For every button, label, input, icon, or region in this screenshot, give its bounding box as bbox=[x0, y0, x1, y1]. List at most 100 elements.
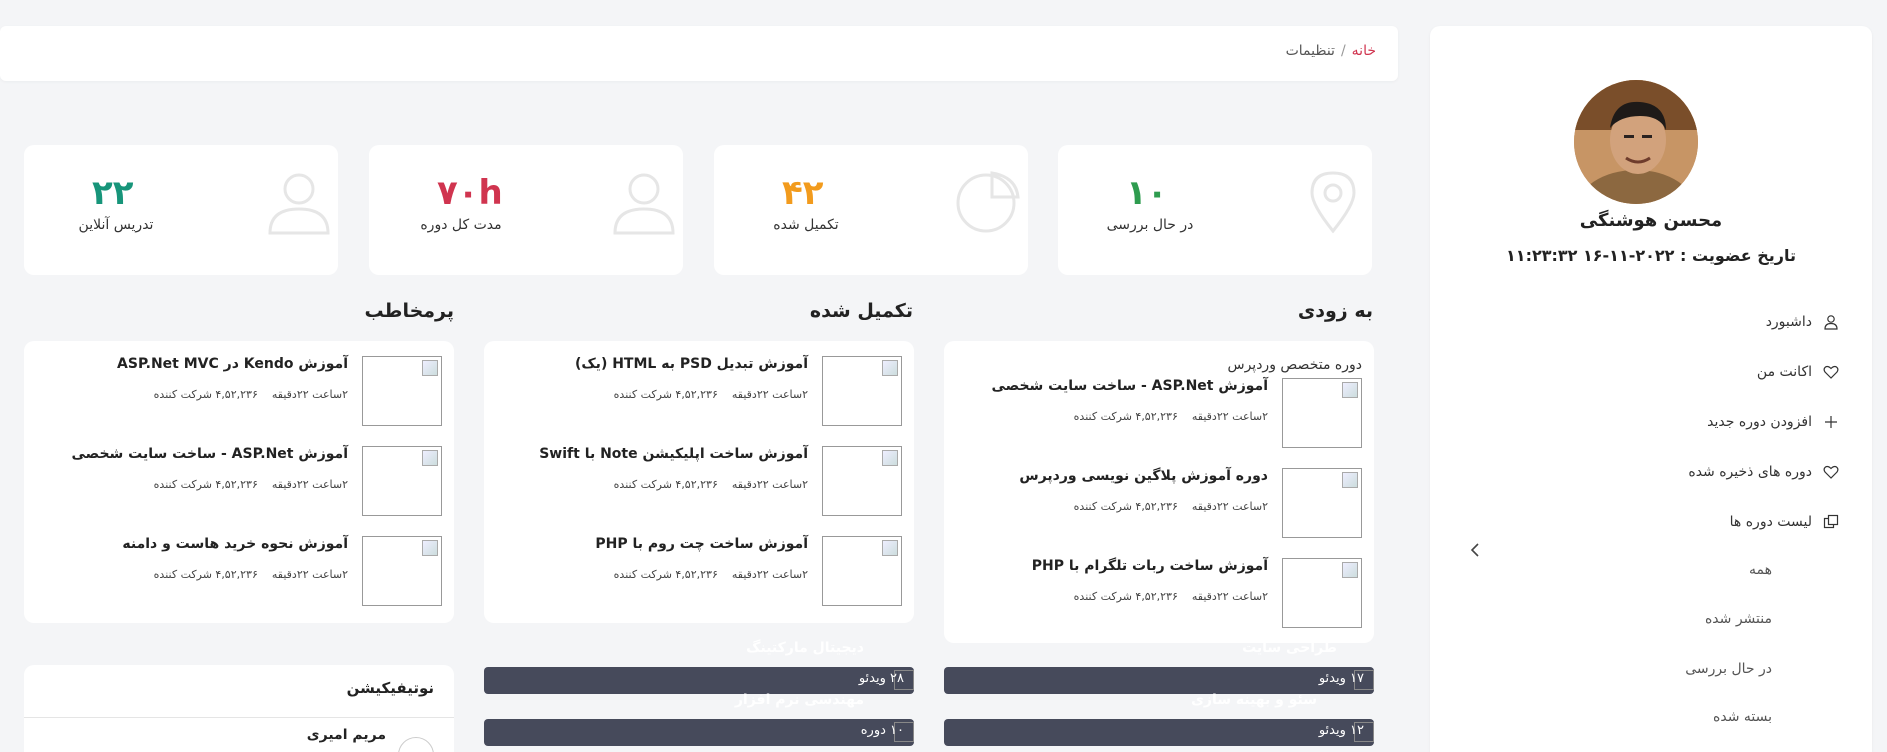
menu-add-course[interactable]: افزودن دوره جدید bbox=[1430, 404, 1872, 440]
submenu-closed[interactable]: بسته شده bbox=[1430, 702, 1872, 732]
notification-card: نوتیفیکیشن مریم امیری bbox=[24, 665, 454, 752]
breadcrumb-home[interactable]: خانه bbox=[1352, 43, 1376, 59]
course-item[interactable]: آموزش ASP.Net - ساخت سایت شخصی ۲ساعت ۲۲د… bbox=[956, 378, 1362, 450]
submenu-review[interactable]: در حال بررسی bbox=[1430, 654, 1872, 684]
course-title[interactable]: آموزش تبدیل PSD به HTML (یک) bbox=[575, 356, 808, 372]
course-meta: ۲ساعت ۲۲دقیقه ۴,۵۲,۲۳۶ شرکت کننده bbox=[600, 388, 808, 401]
category-count: ۱۲ ویدئو bbox=[1318, 723, 1364, 738]
sidebar: محسن هوشنگی تاریخ عضویت : ۲۰۲۲-۱۱-۱۶ ۱۱:… bbox=[1430, 26, 1872, 752]
course-thumbnail[interactable] bbox=[822, 536, 902, 606]
heart-icon bbox=[1822, 463, 1840, 481]
course-title[interactable]: دوره آموزش پلاگین نویسی وردپرس bbox=[1019, 468, 1268, 484]
course-title[interactable]: آموزش ساخت چت روم با PHP bbox=[595, 536, 808, 552]
course-meta: ۲ساعت ۲۲دقیقه ۴,۵۲,۲۳۶ شرکت کننده bbox=[1060, 410, 1268, 423]
course-meta: ۲ساعت ۲۲دقیقه ۴,۵۲,۲۳۶ شرکت کننده bbox=[600, 568, 808, 581]
course-thumbnail[interactable] bbox=[1282, 468, 1362, 538]
course-item[interactable]: آموزش ساخت ربات تلگرام با PHP ۲ساعت ۲۲دق… bbox=[956, 558, 1362, 630]
coming-soon-list: دوره متخصص وردپرس آموزش ASP.Net - ساخت س… bbox=[944, 341, 1374, 643]
user-icon bbox=[609, 167, 679, 237]
course-participants: ۴,۵۲,۲۳۶ شرکت کننده bbox=[613, 388, 718, 401]
course-duration: ۲ساعت ۲۲دقیقه bbox=[271, 568, 348, 581]
menu-course-list[interactable]: لیست دوره ها bbox=[1430, 504, 1872, 540]
submenu-all[interactable]: همه bbox=[1430, 555, 1872, 585]
course-title[interactable]: آموزش ASP.Net - ساخت سایت شخصی bbox=[71, 446, 348, 462]
stat-label: مدت کل دوره bbox=[420, 217, 502, 233]
pie-chart-icon bbox=[954, 167, 1024, 237]
course-item[interactable]: آموزش ASP.Net - ساخت سایت شخصی ۲ساعت ۲۲د… bbox=[36, 446, 442, 518]
course-participants: ۴,۵۲,۲۳۶ شرکت کننده bbox=[153, 568, 258, 581]
divider bbox=[24, 717, 454, 718]
course-thumbnail[interactable] bbox=[822, 356, 902, 426]
join-date: تاریخ عضویت : ۲۰۲۲-۱۱-۱۶ ۱۱:۲۳:۳۲ bbox=[1506, 246, 1796, 265]
course-thumbnail[interactable] bbox=[1282, 558, 1362, 628]
course-thumbnail[interactable] bbox=[822, 446, 902, 516]
course-title[interactable]: آموزش نحوه خرید هاست و دامنه bbox=[122, 536, 348, 552]
course-meta: ۲ساعت ۲۲دقیقه ۴,۵۲,۲۳۶ شرکت کننده bbox=[140, 568, 348, 581]
course-meta: ۲ساعت ۲۲دقیقه ۴,۵۲,۲۳۶ شرکت کننده bbox=[140, 388, 348, 401]
course-meta: ۲ساعت ۲۲دقیقه ۴,۵۲,۲۳۶ شرکت کننده bbox=[1060, 590, 1268, 603]
submenu-published[interactable]: منتشر شده bbox=[1430, 604, 1872, 634]
course-participants: ۴,۵۲,۲۳۶ شرکت کننده bbox=[153, 388, 258, 401]
course-title[interactable]: آموزش Kendo در ASP.Net MVC bbox=[117, 356, 348, 372]
menu-course-list-label: لیست دوره ها bbox=[1729, 514, 1812, 530]
course-item[interactable]: آموزش ساخت چت روم با PHP ۲ساعت ۲۲دقیقه ۴,… bbox=[496, 536, 902, 608]
course-item[interactable]: آموزش Kendo در ASP.Net MVC ۲ساعت ۲۲دقیقه… bbox=[36, 356, 442, 428]
menu-account[interactable]: اکانت من bbox=[1430, 354, 1872, 390]
course-duration: ۲ساعت ۲۲دقیقه bbox=[271, 388, 348, 401]
course-title[interactable]: آموزش ساخت اپلیکیشن Note با Swift bbox=[539, 446, 808, 462]
course-duration: ۲ساعت ۲۲دقیقه bbox=[731, 388, 808, 401]
category-bar[interactable]: ۱۰ دوره bbox=[484, 719, 914, 746]
user-icon bbox=[1822, 313, 1840, 331]
course-participants: ۴,۵۲,۲۳۶ شرکت کننده bbox=[1073, 590, 1178, 603]
course-meta: ۲ساعت ۲۲دقیقه ۴,۵۲,۲۳۶ شرکت کننده bbox=[1060, 500, 1268, 513]
course-thumbnail[interactable] bbox=[1282, 378, 1362, 448]
heart-icon bbox=[1822, 363, 1840, 381]
breadcrumb-bar: خانه / تنظیمات bbox=[0, 26, 1398, 81]
category-bar[interactable]: ۱۲ ویدئو bbox=[944, 719, 1374, 746]
course-thumbnail[interactable] bbox=[362, 536, 442, 606]
section-title-coming-soon: به زودی bbox=[1297, 300, 1373, 322]
course-duration: ۲ساعت ۲۲دقیقه bbox=[1191, 590, 1268, 603]
stat-value: ۲۲ bbox=[92, 173, 134, 213]
stat-value: ۷۰h bbox=[437, 173, 503, 213]
course-duration: ۲ساعت ۲۲دقیقه bbox=[1191, 410, 1268, 423]
course-title[interactable]: آموزش ASP.Net - ساخت سایت شخصی bbox=[991, 378, 1268, 394]
course-item[interactable]: آموزش ساخت اپلیکیشن Note با Swift ۲ساعت … bbox=[496, 446, 902, 518]
category-bar[interactable]: ۲۸ ویدئو bbox=[484, 667, 914, 694]
course-thumbnail[interactable] bbox=[362, 356, 442, 426]
course-title[interactable]: آموزش ساخت ربات تلگرام با PHP bbox=[1032, 558, 1268, 574]
category-count: ۲۸ ویدئو bbox=[858, 671, 904, 686]
section-title-popular: پرمخاطب bbox=[364, 300, 454, 322]
stat-label: تکمیل شده bbox=[773, 217, 839, 233]
category-title: سئو و بهینه سازی bbox=[1191, 692, 1317, 708]
avatar[interactable] bbox=[1574, 80, 1698, 204]
stat-card-online: ۲۲ تدریس آنلاین bbox=[24, 145, 338, 275]
category-count: ۱۰ دوره bbox=[860, 723, 904, 738]
menu-account-label: اکانت من bbox=[1756, 364, 1812, 380]
course-item[interactable]: دوره آموزش پلاگین نویسی وردپرس ۲ساعت ۲۲د… bbox=[956, 468, 1362, 540]
stat-label: تدریس آنلاین bbox=[78, 217, 154, 233]
profile-name: محسن هوشنگی bbox=[1579, 210, 1723, 231]
plus-icon bbox=[1822, 413, 1840, 431]
notification-title: نوتیفیکیشن bbox=[346, 679, 434, 697]
course-participants: ۴,۵۲,۲۳۶ شرکت کننده bbox=[613, 568, 718, 581]
stat-card-duration: ۷۰h مدت کل دوره bbox=[369, 145, 683, 275]
menu-saved-label: دوره های ذخیره شده bbox=[1688, 464, 1812, 480]
menu-dashboard[interactable]: داشبورد bbox=[1430, 304, 1872, 340]
location-pin-icon bbox=[1298, 167, 1368, 237]
menu-add-course-label: افزودن دوره جدید bbox=[1707, 414, 1812, 430]
category-title: مهندسی نرم افزار bbox=[734, 692, 864, 708]
category-bar[interactable]: ۱۷ ویدئو bbox=[944, 667, 1374, 694]
stat-value: ۱۰ bbox=[1126, 173, 1168, 213]
course-meta: ۲ساعت ۲۲دقیقه ۴,۵۲,۲۳۶ شرکت کننده bbox=[140, 478, 348, 491]
course-item[interactable]: آموزش تبدیل PSD به HTML (یک) ۲ساعت ۲۲دقی… bbox=[496, 356, 902, 428]
notification-avatar[interactable] bbox=[398, 737, 434, 752]
course-duration: ۲ساعت ۲۲دقیقه bbox=[271, 478, 348, 491]
course-item[interactable]: آموزش نحوه خرید هاست و دامنه ۲ساعت ۲۲دقی… bbox=[36, 536, 442, 608]
course-participants: ۴,۵۲,۲۳۶ شرکت کننده bbox=[613, 478, 718, 491]
menu-saved-courses[interactable]: دوره های ذخیره شده bbox=[1430, 454, 1872, 490]
notification-sender[interactable]: مریم امیری bbox=[307, 727, 386, 743]
copy-icon bbox=[1822, 513, 1840, 531]
course-thumbnail[interactable] bbox=[362, 446, 442, 516]
menu-dashboard-label: داشبورد bbox=[1765, 314, 1812, 330]
